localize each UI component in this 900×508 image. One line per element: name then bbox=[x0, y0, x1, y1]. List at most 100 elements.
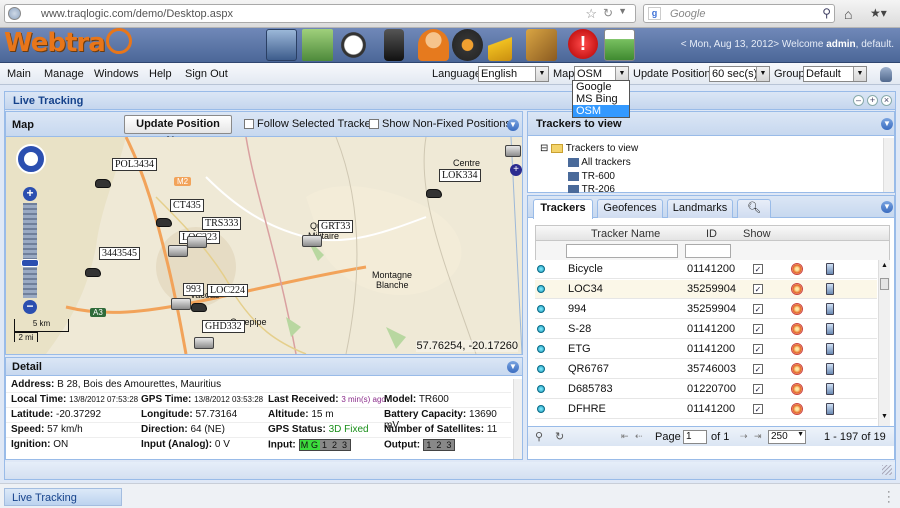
menu-windows[interactable]: Windows bbox=[94, 68, 139, 80]
tree-root[interactable]: ⊟ Trackers to view bbox=[540, 143, 638, 154]
zoom-out-icon[interactable]: − bbox=[23, 300, 37, 314]
tab-trackers[interactable]: Trackers bbox=[533, 199, 593, 219]
table-row[interactable]: S-28 01141200 ✓ bbox=[535, 320, 877, 339]
account-icon[interactable] bbox=[880, 67, 892, 82]
collapse-icon[interactable]: ▼ bbox=[881, 201, 893, 213]
tree-item[interactable]: TR-206 bbox=[568, 184, 615, 193]
maximize-icon[interactable]: + bbox=[867, 95, 878, 106]
pin-icon[interactable]: ⚲ bbox=[535, 430, 543, 443]
locate-icon[interactable] bbox=[791, 343, 803, 355]
scroll-thumb[interactable] bbox=[880, 278, 889, 290]
tree-item[interactable]: All trackers bbox=[568, 157, 631, 168]
tracker-label[interactable]: CT435 bbox=[170, 199, 204, 212]
grid-scrollbar[interactable]: ▲ ▼ bbox=[878, 260, 890, 427]
device-icon[interactable] bbox=[826, 303, 834, 315]
clock-icon[interactable] bbox=[338, 29, 369, 61]
route-map-icon[interactable] bbox=[526, 29, 557, 61]
device-icon[interactable] bbox=[826, 263, 834, 275]
id-filter-input[interactable] bbox=[685, 244, 731, 258]
expand-layer-icon[interactable]: + bbox=[510, 164, 522, 176]
show-checkbox[interactable]: ✓ bbox=[753, 364, 763, 374]
map-icon[interactable] bbox=[302, 29, 333, 61]
refresh-icon[interactable]: ↻ bbox=[555, 430, 564, 443]
column-show[interactable]: Show bbox=[743, 228, 771, 240]
locate-icon[interactable] bbox=[791, 303, 803, 315]
more-icon[interactable]: · · · bbox=[887, 487, 891, 508]
tab-search[interactable]: 🔍︎ bbox=[737, 199, 771, 218]
column-id[interactable]: ID bbox=[706, 228, 717, 240]
taskbar-item-live-tracking[interactable]: Live Tracking bbox=[4, 488, 122, 506]
map-option-ms-bing[interactable]: MS Bing bbox=[573, 93, 629, 105]
tracker-label[interactable]: LOC224 bbox=[207, 284, 248, 297]
scroll-up-icon[interactable]: ▲ bbox=[881, 262, 888, 269]
tab-landmarks[interactable]: Landmarks bbox=[667, 199, 733, 218]
car-icon[interactable] bbox=[156, 218, 172, 227]
collapse-icon[interactable]: ▼ bbox=[881, 118, 893, 130]
table-row[interactable]: Bicycle 01141200 ✓ bbox=[535, 260, 877, 279]
tracker-label[interactable]: 993 bbox=[183, 283, 204, 296]
locate-icon[interactable] bbox=[791, 263, 803, 275]
car-icon[interactable] bbox=[95, 179, 111, 188]
first-page-icon[interactable]: ⇤ bbox=[621, 431, 629, 442]
show-checkbox[interactable]: ✓ bbox=[753, 404, 763, 414]
map-option-google[interactable]: Google bbox=[573, 81, 629, 93]
menu-sign-out[interactable]: Sign Out bbox=[185, 68, 228, 80]
map-option-osm[interactable]: OSM bbox=[573, 105, 629, 117]
zoom-handle[interactable] bbox=[21, 259, 39, 267]
bus-icon[interactable] bbox=[505, 145, 521, 157]
bus-icon[interactable] bbox=[194, 337, 214, 349]
billboard-icon[interactable] bbox=[266, 29, 297, 61]
table-row[interactable]: QR6767 35746003 ✓ bbox=[535, 360, 877, 379]
user-icon[interactable] bbox=[418, 29, 449, 61]
bus-icon[interactable] bbox=[187, 236, 207, 248]
bus-icon[interactable] bbox=[302, 235, 322, 247]
follow-tracker-checkbox[interactable] bbox=[244, 119, 254, 129]
map-canvas[interactable]: + − 5 km 2 mi M2 A3 Centre Quartier Mili… bbox=[6, 137, 522, 354]
tracker-label[interactable]: 3443545 bbox=[99, 247, 140, 260]
report-chart-icon[interactable] bbox=[604, 29, 635, 61]
locate-icon[interactable] bbox=[791, 363, 803, 375]
show-checkbox[interactable]: ✓ bbox=[753, 284, 763, 294]
search-box[interactable]: g Google ⚲ bbox=[643, 4, 835, 23]
collapse-tree-icon[interactable]: ⊟ bbox=[540, 143, 548, 154]
next-page-icon[interactable]: ⇢ bbox=[740, 431, 748, 442]
table-row[interactable]: 994 35259904 ✓ bbox=[535, 300, 877, 319]
update-positions-select[interactable]: 60 sec(s) ▼ bbox=[709, 66, 770, 82]
column-tracker-name[interactable]: Tracker Name bbox=[591, 228, 660, 240]
tracker-label[interactable]: GHD332 bbox=[202, 320, 245, 333]
tree-scrollbar[interactable] bbox=[883, 138, 894, 192]
locate-icon[interactable] bbox=[791, 323, 803, 335]
language-select[interactable]: English ▼ bbox=[478, 66, 549, 82]
locate-icon[interactable] bbox=[791, 403, 803, 415]
show-checkbox[interactable]: ✓ bbox=[753, 264, 763, 274]
car-icon[interactable] bbox=[426, 189, 442, 198]
chevron-down-icon[interactable]: ▼ bbox=[618, 6, 627, 16]
tab-geofences[interactable]: Geofences bbox=[597, 199, 663, 218]
menu-manage[interactable]: Manage bbox=[44, 68, 84, 80]
zoom-in-icon[interactable]: + bbox=[23, 187, 37, 201]
collapse-icon[interactable]: ▼ bbox=[507, 119, 519, 131]
table-row[interactable]: LOC34 35259904 ✓ bbox=[535, 280, 877, 299]
detail-scrollbar[interactable] bbox=[513, 379, 522, 459]
name-filter-input[interactable] bbox=[566, 244, 678, 258]
tracker-label[interactable]: TRS333 bbox=[202, 217, 242, 230]
address-bar[interactable]: www.traqlogic.com/demo/Desktop.aspx ☆ ↻ … bbox=[4, 4, 636, 23]
group-select[interactable]: Default ▼ bbox=[803, 66, 867, 82]
device-icon[interactable] bbox=[826, 323, 834, 335]
show-checkbox[interactable]: ✓ bbox=[753, 384, 763, 394]
car-icon[interactable] bbox=[85, 268, 101, 277]
resize-grip-icon[interactable] bbox=[882, 465, 892, 475]
device-icon[interactable] bbox=[826, 403, 834, 415]
gear-icon[interactable] bbox=[452, 29, 483, 61]
device-icon[interactable] bbox=[826, 363, 834, 375]
table-row[interactable]: D685783 01220700 ✓ bbox=[535, 380, 877, 399]
table-row[interactable]: DFHRE 01141200 ✓ bbox=[535, 400, 877, 419]
device-icon[interactable] bbox=[826, 383, 834, 395]
bell-icon[interactable] bbox=[488, 29, 512, 61]
bus-icon[interactable] bbox=[171, 298, 191, 310]
tree-item[interactable]: TR-600 bbox=[568, 171, 615, 182]
zoom-slider[interactable] bbox=[23, 203, 37, 298]
show-checkbox[interactable]: ✓ bbox=[753, 304, 763, 314]
car-icon[interactable] bbox=[191, 303, 207, 312]
scroll-down-icon[interactable]: ▼ bbox=[881, 413, 888, 420]
